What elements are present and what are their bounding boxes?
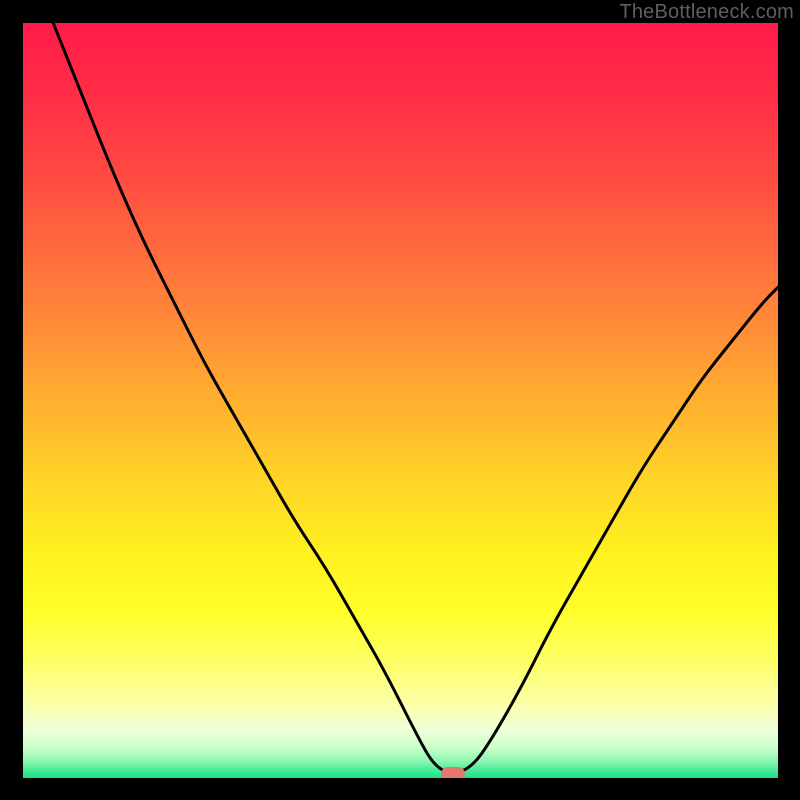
watermark-text: TheBottleneck.com bbox=[619, 1, 794, 24]
chart-stage: TheBottleneck.com bbox=[0, 0, 800, 800]
bottleneck-curve bbox=[23, 23, 778, 778]
plot-area bbox=[23, 23, 778, 778]
optimal-marker bbox=[441, 767, 465, 778]
